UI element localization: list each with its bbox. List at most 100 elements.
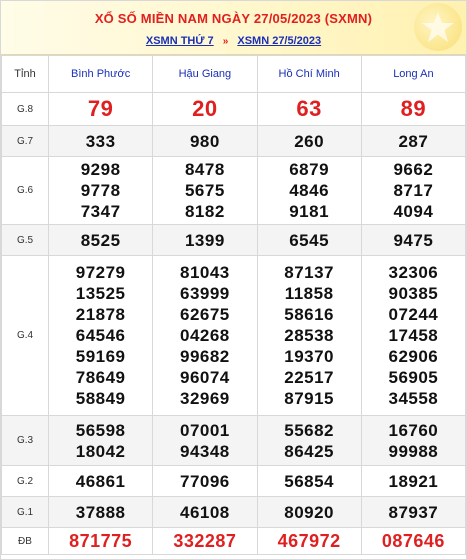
prize-number: 89 — [400, 96, 427, 121]
prize-cell: 16760 99988 — [360, 415, 467, 466]
prize-number: 1399 — [184, 230, 225, 250]
prize-number: 8717 — [393, 181, 434, 200]
prize-cell: 8478 5675 8182 — [152, 156, 258, 225]
prize-number: 17458 — [388, 326, 439, 345]
link-xsmn-date[interactable]: XSMN 27/5/2023 — [237, 35, 321, 47]
prize-number: 9475 — [393, 230, 434, 250]
prize-number: 99988 — [388, 441, 439, 461]
prize-cell: 79 — [47, 92, 154, 126]
prize-number: 4846 — [289, 181, 330, 200]
results-header: XỔ SỐ MIỀN NAM NGÀY 27/05/2023 (SXMN) XS… — [1, 1, 466, 55]
prize-number: 56598 — [75, 420, 126, 440]
prize-number: 87915 — [284, 389, 335, 408]
prize-number: 332287 — [173, 531, 237, 551]
prize-number: 56854 — [284, 471, 335, 491]
prize-number: 81043 — [179, 263, 230, 282]
prize-number: 62675 — [179, 305, 230, 324]
prize-cell: 56854 — [256, 465, 362, 497]
prize-cell: 9298 9778 7347 — [47, 156, 154, 225]
prize-number: 287 — [398, 131, 429, 151]
prize-row: G.6 9298 9778 7347 8478 5675 8182 6879 4846 9181 9… — [1, 156, 467, 225]
prize-number: 21878 — [75, 305, 126, 324]
prize-number: 11858 — [284, 284, 334, 303]
prize-number: 34558 — [388, 389, 439, 408]
prize-number: 20 — [192, 96, 218, 121]
column-header-province[interactable]: Hồ Chí Minh — [256, 55, 362, 93]
prize-cell: 6879 4846 9181 — [256, 156, 362, 225]
prize-cell: 980 — [152, 125, 258, 157]
prize-cell: 18921 — [360, 465, 467, 497]
prize-number: 97279 — [75, 263, 126, 282]
prize-number: 56905 — [388, 368, 439, 387]
prize-number: 94348 — [179, 441, 230, 461]
prize-cell: 9662 8717 4094 — [360, 156, 467, 225]
results-body: G.8 79 20 63 89 G.7 333 980 260 287 G.6 9298 9778 734… — [1, 92, 467, 555]
prize-number: 22517 — [284, 368, 335, 387]
prize-cell: 63 — [256, 92, 362, 126]
prize-number: 58616 — [284, 305, 335, 324]
prize-number: 333 — [85, 131, 116, 151]
prize-number: 37888 — [75, 502, 126, 522]
prize-number: 16760 — [388, 420, 439, 440]
prize-number: 07244 — [388, 305, 439, 324]
prize-label: G.8 — [1, 92, 49, 126]
prize-number: 980 — [189, 131, 220, 151]
prize-cell: 56598 18042 — [47, 415, 154, 466]
prize-row: ĐB 871775 332287 467972 087646 — [1, 527, 467, 555]
prize-label: G.4 — [1, 255, 49, 416]
prize-cell: 89 — [360, 92, 467, 126]
column-header-province[interactable]: Hậu Giang — [152, 55, 258, 93]
prize-number: 87937 — [388, 502, 439, 522]
prize-number: 78649 — [75, 368, 126, 387]
prize-number: 62906 — [388, 347, 439, 366]
prize-cell: 87937 — [360, 496, 467, 528]
prize-cell: 332287 — [152, 527, 258, 555]
star-icon — [414, 3, 462, 51]
column-header-province[interactable]: Long An — [360, 55, 467, 93]
prize-cell: 97279 13525 21878 64546 59169 78649 58849 — [47, 255, 154, 416]
column-header-province[interactable]: Bình Phước — [47, 55, 154, 93]
prize-number: 87137 — [284, 263, 335, 282]
prize-number: 9778 — [80, 181, 121, 200]
prize-number: 64546 — [75, 326, 126, 345]
prize-number: 18921 — [388, 471, 439, 491]
prize-number: 8182 — [184, 202, 225, 221]
prize-label: G.6 — [1, 156, 49, 225]
prize-cell: 07001 94348 — [152, 415, 258, 466]
prize-number: 59169 — [75, 347, 126, 366]
prize-number: 871775 — [69, 531, 133, 551]
prize-number: 4094 — [393, 202, 434, 221]
prize-cell: 8525 — [47, 224, 154, 256]
prize-number: 6545 — [289, 230, 330, 250]
prize-cell: 77096 — [152, 465, 258, 497]
prize-number: 9298 — [80, 160, 121, 179]
prize-cell: 333 — [47, 125, 154, 157]
breadcrumb: XSMN THỨ 7 » XSMN 27/5/2023 — [1, 35, 466, 47]
results-card: XỔ SỐ MIỀN NAM NGÀY 27/05/2023 (SXMN) XS… — [0, 0, 467, 560]
link-xsmn-weekday[interactable]: XSMN THỨ 7 — [146, 35, 214, 47]
prize-cell: 46108 — [152, 496, 258, 528]
table-header-row: Tỉnh Bình Phước Hậu Giang Hồ Chí Minh Lo… — [1, 55, 467, 93]
prize-number: 79 — [87, 96, 114, 121]
prize-number: 99682 — [179, 347, 230, 366]
prize-cell: 37888 — [47, 496, 154, 528]
prize-cell: 55682 86425 — [256, 415, 362, 466]
prize-number: 96074 — [179, 368, 230, 387]
prize-row: G.5 8525 1399 6545 9475 — [1, 224, 467, 256]
prize-row: G.8 79 20 63 89 — [1, 92, 467, 126]
prize-number: 46861 — [75, 471, 126, 491]
prize-number: 04268 — [179, 326, 230, 345]
breadcrumb-separator: » — [222, 36, 229, 47]
prize-cell: 467972 — [256, 527, 362, 555]
prize-number: 58849 — [75, 389, 126, 408]
prize-number: 80920 — [284, 502, 335, 522]
prize-cell: 81043 63999 62675 04268 99682 96074 32969 — [152, 255, 258, 416]
prize-label: G.7 — [1, 125, 49, 157]
prize-number: 86425 — [284, 441, 335, 461]
prize-number: 90385 — [388, 284, 439, 303]
prize-number: 260 — [294, 131, 325, 151]
prize-row: G.3 56598 18042 07001 94348 55682 86425 16760 99… — [1, 415, 467, 466]
prize-cell: 32306 90385 07244 17458 62906 56905 34558 — [360, 255, 467, 416]
prize-number: 8478 — [184, 160, 225, 179]
prize-row: G.1 37888 46108 80920 87937 — [1, 496, 467, 528]
